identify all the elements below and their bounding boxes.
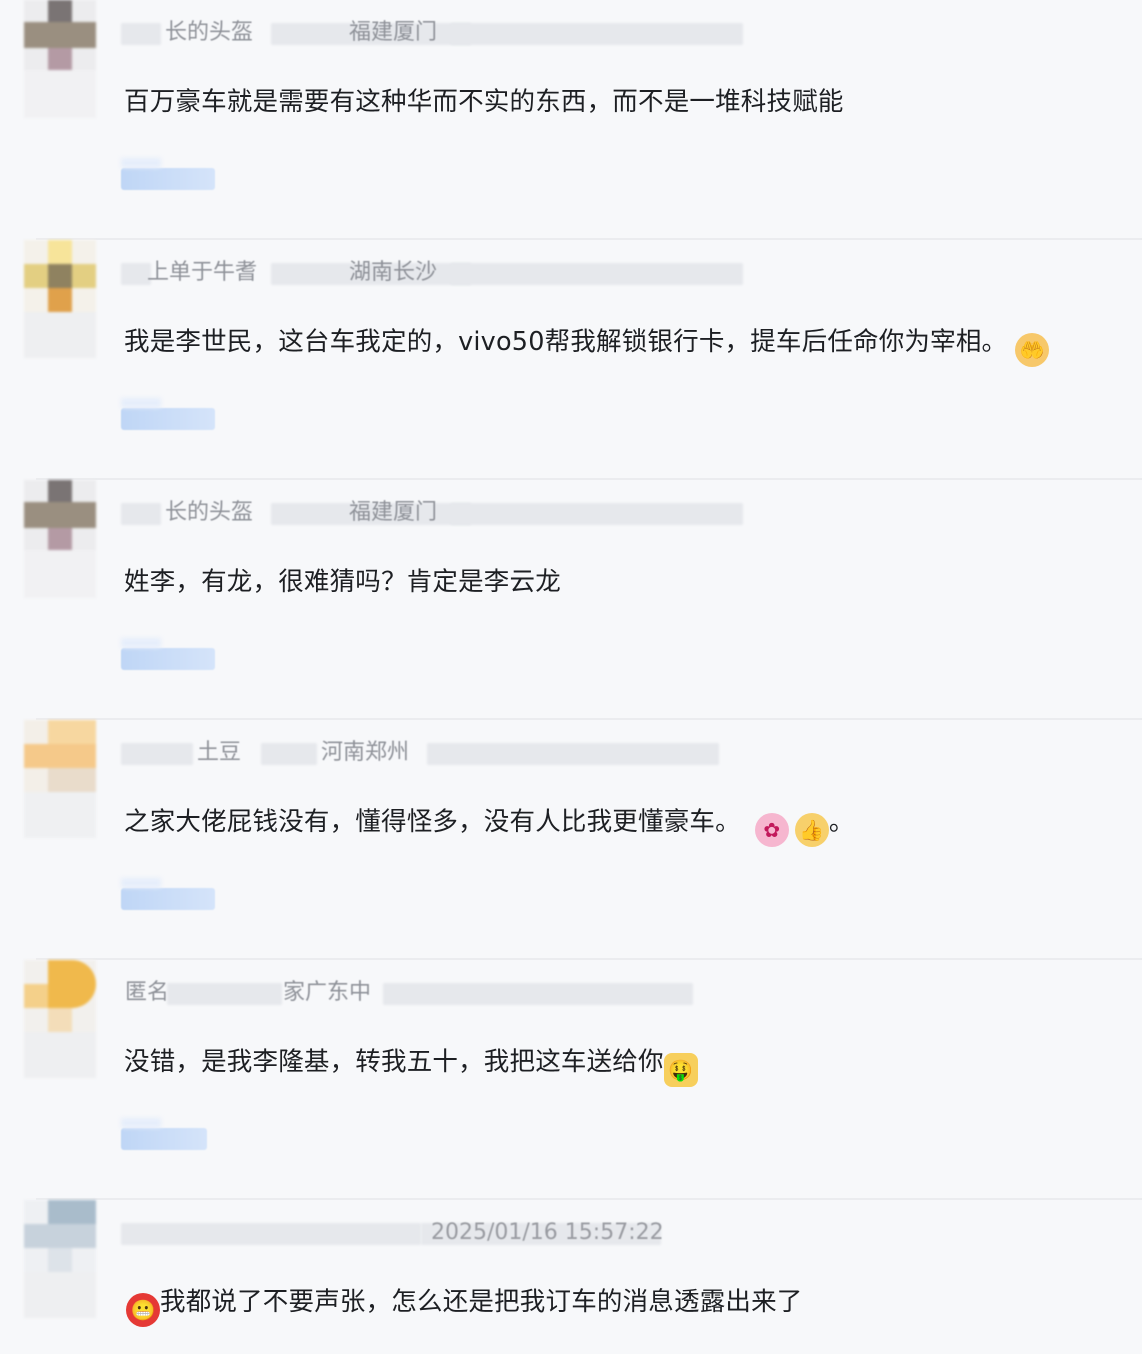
- comment-meta: 2025/01/16 15:57:22: [121, 1220, 761, 1246]
- comment-body: 百万豪车就是需要有这种华而不实的东西，而不是一堆科技赋能: [124, 87, 844, 117]
- flower-emoji: ✿: [754, 813, 789, 847]
- thumbs-emoji: 👍: [794, 813, 829, 847]
- avatar[interactable]: [24, 240, 96, 358]
- comment-body: 我都说了不要声张，怎么还是把我订车的消息透露出来了: [160, 1287, 803, 1317]
- reply-button[interactable]: [121, 168, 215, 190]
- reply-button[interactable]: [121, 408, 215, 430]
- comment-meta: 长的头盔 福建厦门: [121, 500, 761, 526]
- comment-text: 我是李世民，这台车我定的，vivo50帮我解锁银行卡，提车后任命你为宰相。 🤲: [124, 324, 1122, 367]
- comment-item: 2025/01/16 15:57:22 😬 我都说了不要声张，怎么还是把我订车的消…: [0, 1200, 1142, 1354]
- comment-meta: 土豆 河南郑州: [121, 740, 761, 766]
- comment-item: 匿名 家广东中 没错，是我李隆基，转我五十，我把这车送给你 🤑: [0, 960, 1142, 1200]
- comment-meta: 上单于牛耆 湖南长沙: [121, 260, 761, 286]
- reply-button[interactable]: [121, 1128, 207, 1150]
- comment-meta: 长的头盔 福建厦门: [121, 20, 761, 46]
- reply-button[interactable]: [121, 888, 215, 910]
- hands-emoji: 🤲: [1015, 333, 1050, 367]
- comment-text: 没错，是我李隆基，转我五十，我把这车送给你 🤑: [124, 1044, 1122, 1087]
- comment-body: 姓李，有龙，很难猜吗？肯定是李云龙: [124, 567, 561, 597]
- avatar[interactable]: [24, 480, 96, 598]
- location: 家广东中: [283, 980, 372, 1005]
- avatar[interactable]: [24, 720, 96, 838]
- comment-text: 😬 我都说了不要声张，怎么还是把我订车的消息透露出来了: [126, 1284, 1122, 1327]
- username[interactable]: 上单于牛耆: [147, 260, 257, 286]
- location: 湖南长沙: [349, 260, 438, 285]
- comment-body: 没错，是我李隆基，转我五十，我把这车送给你: [124, 1047, 664, 1077]
- timestamp: 2025/01/16 15:57:22: [431, 1220, 664, 1245]
- reply-button[interactable]: [121, 648, 215, 670]
- comment-meta: 匿名 家广东中: [121, 980, 761, 1006]
- avatar[interactable]: [24, 1200, 96, 1318]
- location: 河南郑州: [321, 740, 410, 765]
- comment-item: 长的头盔 福建厦门 姓李，有龙，很难猜吗？肯定是李云龙: [0, 480, 1142, 720]
- username[interactable]: 匿名: [125, 980, 169, 1006]
- money-face-emoji: 🤑: [663, 1053, 698, 1087]
- comment-text: 之家大佬屁钱没有，懂得怪多，没有人比我更懂豪车。 ✿ 👍。: [124, 804, 1122, 847]
- grimace-emoji: 😬: [126, 1293, 160, 1327]
- avatar[interactable]: [24, 960, 96, 1078]
- comment-text: 姓李，有龙，很难猜吗？肯定是李云龙: [124, 564, 1122, 600]
- comment-item: 长的头盔 福建厦门 百万豪车就是需要有这种华而不实的东西，而不是一堆科技赋能: [0, 0, 1142, 240]
- comment-tail: 。: [828, 807, 855, 837]
- username[interactable]: 土豆: [197, 740, 241, 766]
- avatar[interactable]: [24, 0, 96, 118]
- location: 福建厦门: [349, 20, 438, 45]
- comment-body: 之家大佬屁钱没有，懂得怪多，没有人比我更懂豪车。: [124, 807, 741, 837]
- comment-item: 上单于牛耆 湖南长沙 我是李世民，这台车我定的，vivo50帮我解锁银行卡，提车…: [0, 240, 1142, 480]
- username[interactable]: 长的头盔: [165, 20, 253, 46]
- comment-body: 我是李世民，这台车我定的，vivo50帮我解锁银行卡，提车后任命你为宰相。: [124, 327, 1008, 357]
- location: 福建厦门: [349, 500, 438, 525]
- comment-text: 百万豪车就是需要有这种华而不实的东西，而不是一堆科技赋能: [124, 84, 1122, 120]
- username[interactable]: 长的头盔: [165, 500, 253, 526]
- comment-item: 土豆 河南郑州 之家大佬屁钱没有，懂得怪多，没有人比我更懂豪车。 ✿ 👍。: [0, 720, 1142, 960]
